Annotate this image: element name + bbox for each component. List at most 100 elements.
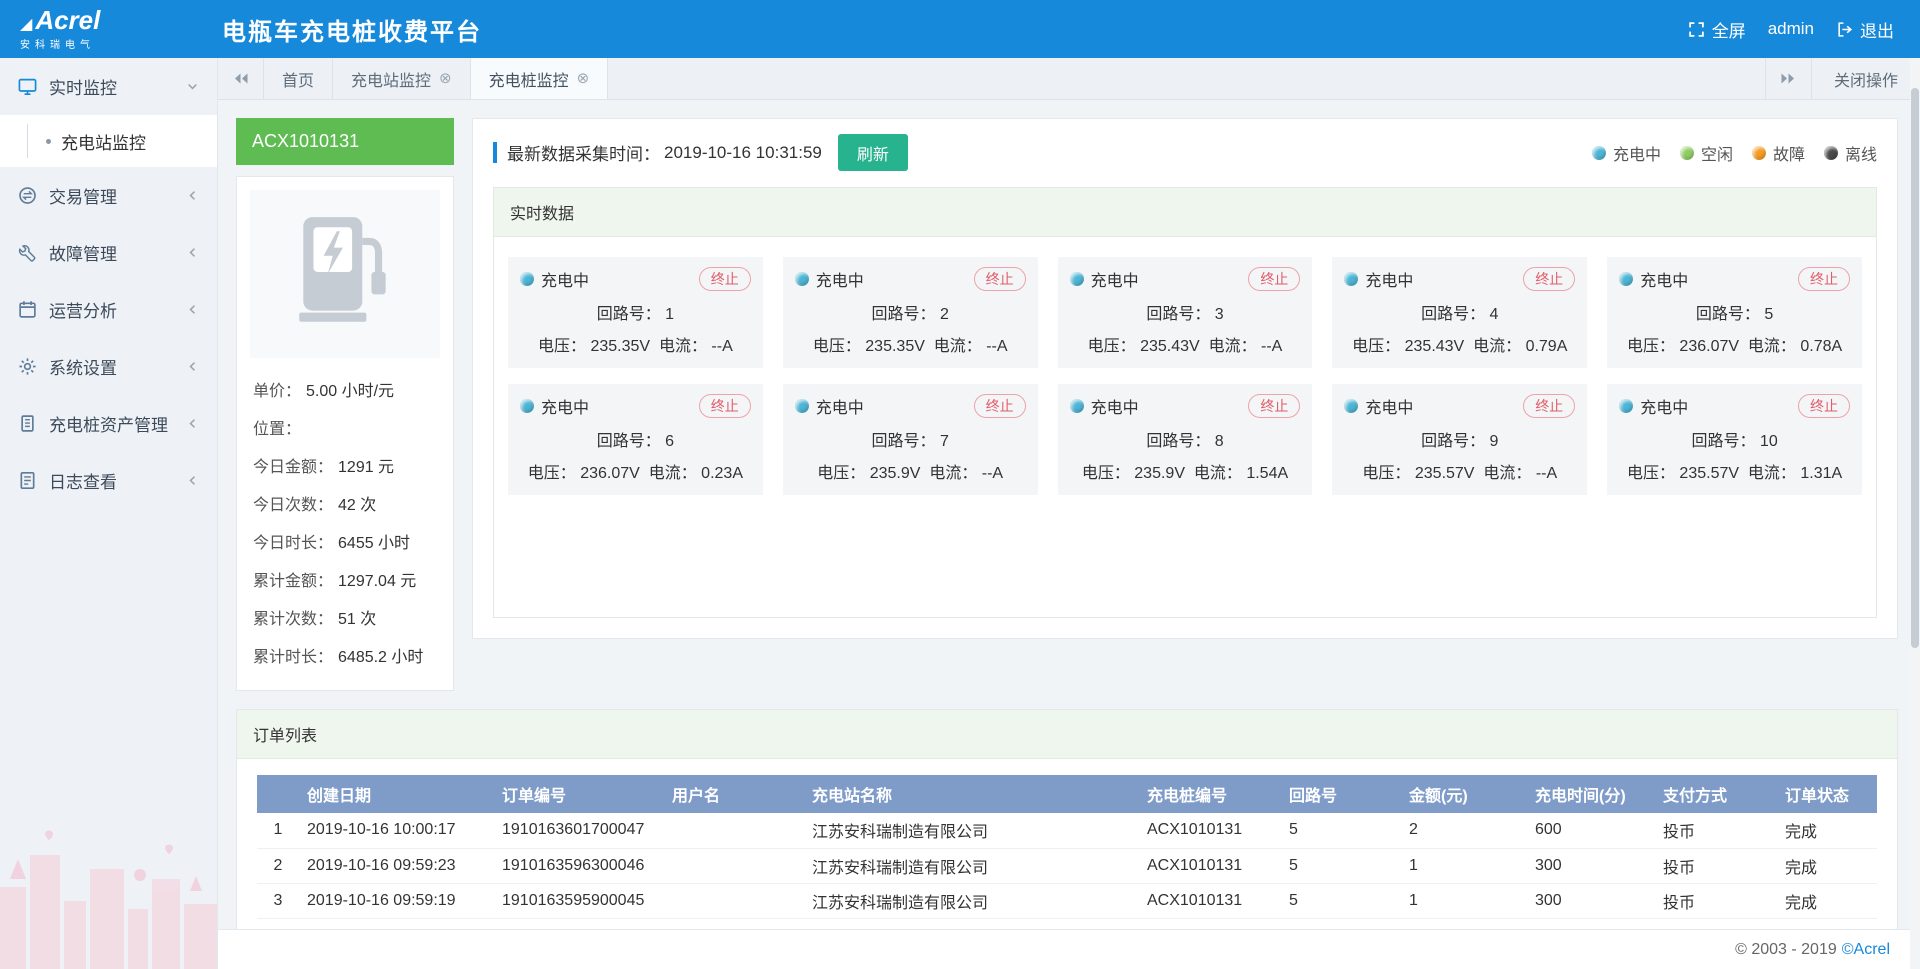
channel-values: 电压： 235.9V 电流： 1.54A: [1070, 459, 1301, 483]
channel-card: 充电中终止回路号： 6电压： 236.07V 电流： 0.23A: [508, 384, 763, 495]
charging-pile-icon: [250, 190, 440, 358]
tabs-scroll-right-button[interactable]: [1765, 58, 1811, 99]
user-name[interactable]: admin: [1768, 19, 1814, 39]
stop-button[interactable]: 终止: [699, 394, 751, 418]
stop-button[interactable]: 终止: [1523, 394, 1575, 418]
sidebar-item-3[interactable]: 运营分析: [0, 281, 217, 338]
stop-button[interactable]: 终止: [1523, 267, 1575, 291]
stat-value: 1291 元: [338, 459, 394, 476]
status-dot-icon: [1752, 146, 1766, 160]
stop-button[interactable]: 终止: [1248, 267, 1300, 291]
stop-button[interactable]: 终止: [974, 394, 1026, 418]
order-row[interactable]: 22019-10-16 09:59:231910163596300046江苏安科…: [257, 848, 1877, 883]
order-cell: 1910163596300046: [494, 848, 664, 883]
order-cell: ACX1010131: [1139, 848, 1281, 883]
sidebar-item-6[interactable]: 日志查看: [0, 452, 217, 509]
order-row[interactable]: 12019-10-16 10:00:171910163601700047江苏安科…: [257, 813, 1877, 848]
stop-button[interactable]: 终止: [1798, 267, 1850, 291]
scrollbar-thumb[interactable]: [1911, 88, 1919, 648]
channel-card: 充电中终止回路号： 3电压： 235.43V 电流： --A: [1058, 257, 1313, 368]
order-cell: 300: [1527, 918, 1655, 929]
column-header: 充电时间(分): [1527, 775, 1655, 813]
channel-circuit: 回路号： 9: [1344, 427, 1575, 451]
column-header: 金额(元): [1401, 775, 1527, 813]
channel-card: 充电中终止回路号： 1电压： 235.35V 电流： --A: [508, 257, 763, 368]
sidebar-item-0[interactable]: 实时监控: [0, 58, 217, 115]
acrel-logo: ◢ Acrel 安科瑞电气: [0, 7, 218, 51]
sidebar-item-4[interactable]: 系统设置: [0, 338, 217, 395]
stop-button[interactable]: 终止: [1798, 394, 1850, 418]
tab-close-icon[interactable]: ⊗: [577, 71, 590, 86]
fullscreen-button[interactable]: 全屏: [1688, 17, 1746, 42]
order-cell: [664, 813, 804, 848]
stop-button[interactable]: 终止: [1248, 394, 1300, 418]
close-operations-button[interactable]: 关闭操作: [1811, 58, 1920, 99]
order-cell: 江苏安科瑞制造有限公司: [804, 813, 1139, 848]
channel-card: 充电中终止回路号： 2电压： 235.35V 电流： --A: [783, 257, 1038, 368]
row-index: 2: [257, 848, 299, 883]
order-cell: 1: [1401, 918, 1527, 929]
stat-value: 6455 小时: [338, 535, 410, 552]
sidebar-item-label: 运营分析: [49, 297, 117, 322]
channel-values: 电压： 235.57V 电流： --A: [1344, 459, 1575, 483]
sidebar-item-1[interactable]: 交易管理: [0, 167, 217, 224]
tab-1[interactable]: 充电站监控⊗: [333, 58, 471, 99]
legend-item: 充电中: [1592, 141, 1661, 165]
refresh-button[interactable]: 刷新: [838, 134, 908, 171]
fast-backward-icon: [231, 72, 251, 85]
stat-value: 1297.04 元: [338, 573, 416, 590]
footer-brand-link[interactable]: ©Acrel: [1842, 941, 1890, 959]
column-header: 创建日期: [299, 775, 494, 813]
chevron-left-icon: [186, 303, 199, 316]
tab-close-icon[interactable]: ⊗: [439, 71, 452, 86]
stat-label: 单价：: [253, 383, 301, 400]
tab-2[interactable]: 充电桩监控⊗: [471, 58, 609, 99]
sidebar-item-label: 故障管理: [49, 240, 117, 265]
order-cell: 300: [1527, 883, 1655, 918]
channel-status: 充电中: [520, 267, 589, 291]
channel-card: 充电中终止回路号： 5电压： 236.07V 电流： 0.78A: [1607, 257, 1862, 368]
transaction-icon: [18, 186, 37, 205]
channel-card: 充电中终止回路号： 8电压： 235.9V 电流： 1.54A: [1058, 384, 1313, 495]
sidebar-subitem[interactable]: 充电站监控: [0, 115, 217, 167]
order-cell: 2019-10-16 10:00:17: [299, 813, 494, 848]
column-header: 用户名: [664, 775, 804, 813]
tab-0[interactable]: 首页: [264, 58, 333, 99]
charging-dot-icon: [1344, 399, 1358, 413]
page-content: ACX1010131: [218, 100, 1920, 929]
logout-button[interactable]: 退出: [1836, 17, 1894, 42]
tabs-scroll-left-button[interactable]: [218, 58, 264, 99]
sidebar-item-5[interactable]: 充电桩资产管理: [0, 395, 217, 452]
sidebar-item-label: 系统设置: [49, 354, 117, 379]
vertical-scrollbar[interactable]: [1910, 58, 1920, 969]
channel-circuit: 回路号： 2: [795, 300, 1026, 324]
order-cell: 1: [1401, 848, 1527, 883]
order-cell: 完成: [1777, 918, 1877, 929]
device-stat: 累计时长：6485.2 小时: [250, 636, 440, 674]
channel-circuit: 回路号： 3: [1070, 300, 1301, 324]
stop-button[interactable]: 终止: [699, 267, 751, 291]
order-cell: 完成: [1777, 813, 1877, 848]
app-title: 电瓶车充电桩收费平台: [222, 12, 482, 47]
order-row[interactable]: 42019-10-16 09:59:141910163595400044江苏安科…: [257, 918, 1877, 929]
device-stat: 累计金额：1297.04 元: [250, 560, 440, 598]
order-cell: 江苏安科瑞制造有限公司: [804, 918, 1139, 929]
channel-status: 充电中: [1619, 267, 1688, 291]
order-cell: 5: [1281, 813, 1401, 848]
bullet-icon: [46, 139, 51, 144]
sidebar-item-2[interactable]: 故障管理: [0, 224, 217, 281]
chevron-left-icon: [186, 360, 199, 373]
order-cell: [664, 848, 804, 883]
sidebar-item-label: 交易管理: [49, 183, 117, 208]
channel-values: 电压： 235.9V 电流： --A: [795, 459, 1026, 483]
order-row[interactable]: 32019-10-16 09:59:191910163595900045江苏安科…: [257, 883, 1877, 918]
copyright-text: © 2003 - 2019: [1735, 941, 1837, 959]
legend-item: 空闲: [1680, 141, 1733, 165]
settings-icon: [18, 357, 37, 376]
channel-status: 充电中: [1070, 267, 1139, 291]
channel-circuit: 回路号： 5: [1619, 300, 1850, 324]
charging-dot-icon: [1619, 272, 1633, 286]
stop-button[interactable]: 终止: [974, 267, 1026, 291]
column-header-index: [257, 775, 299, 813]
channel-card: 充电中终止回路号： 9电压： 235.57V 电流： --A: [1332, 384, 1587, 495]
